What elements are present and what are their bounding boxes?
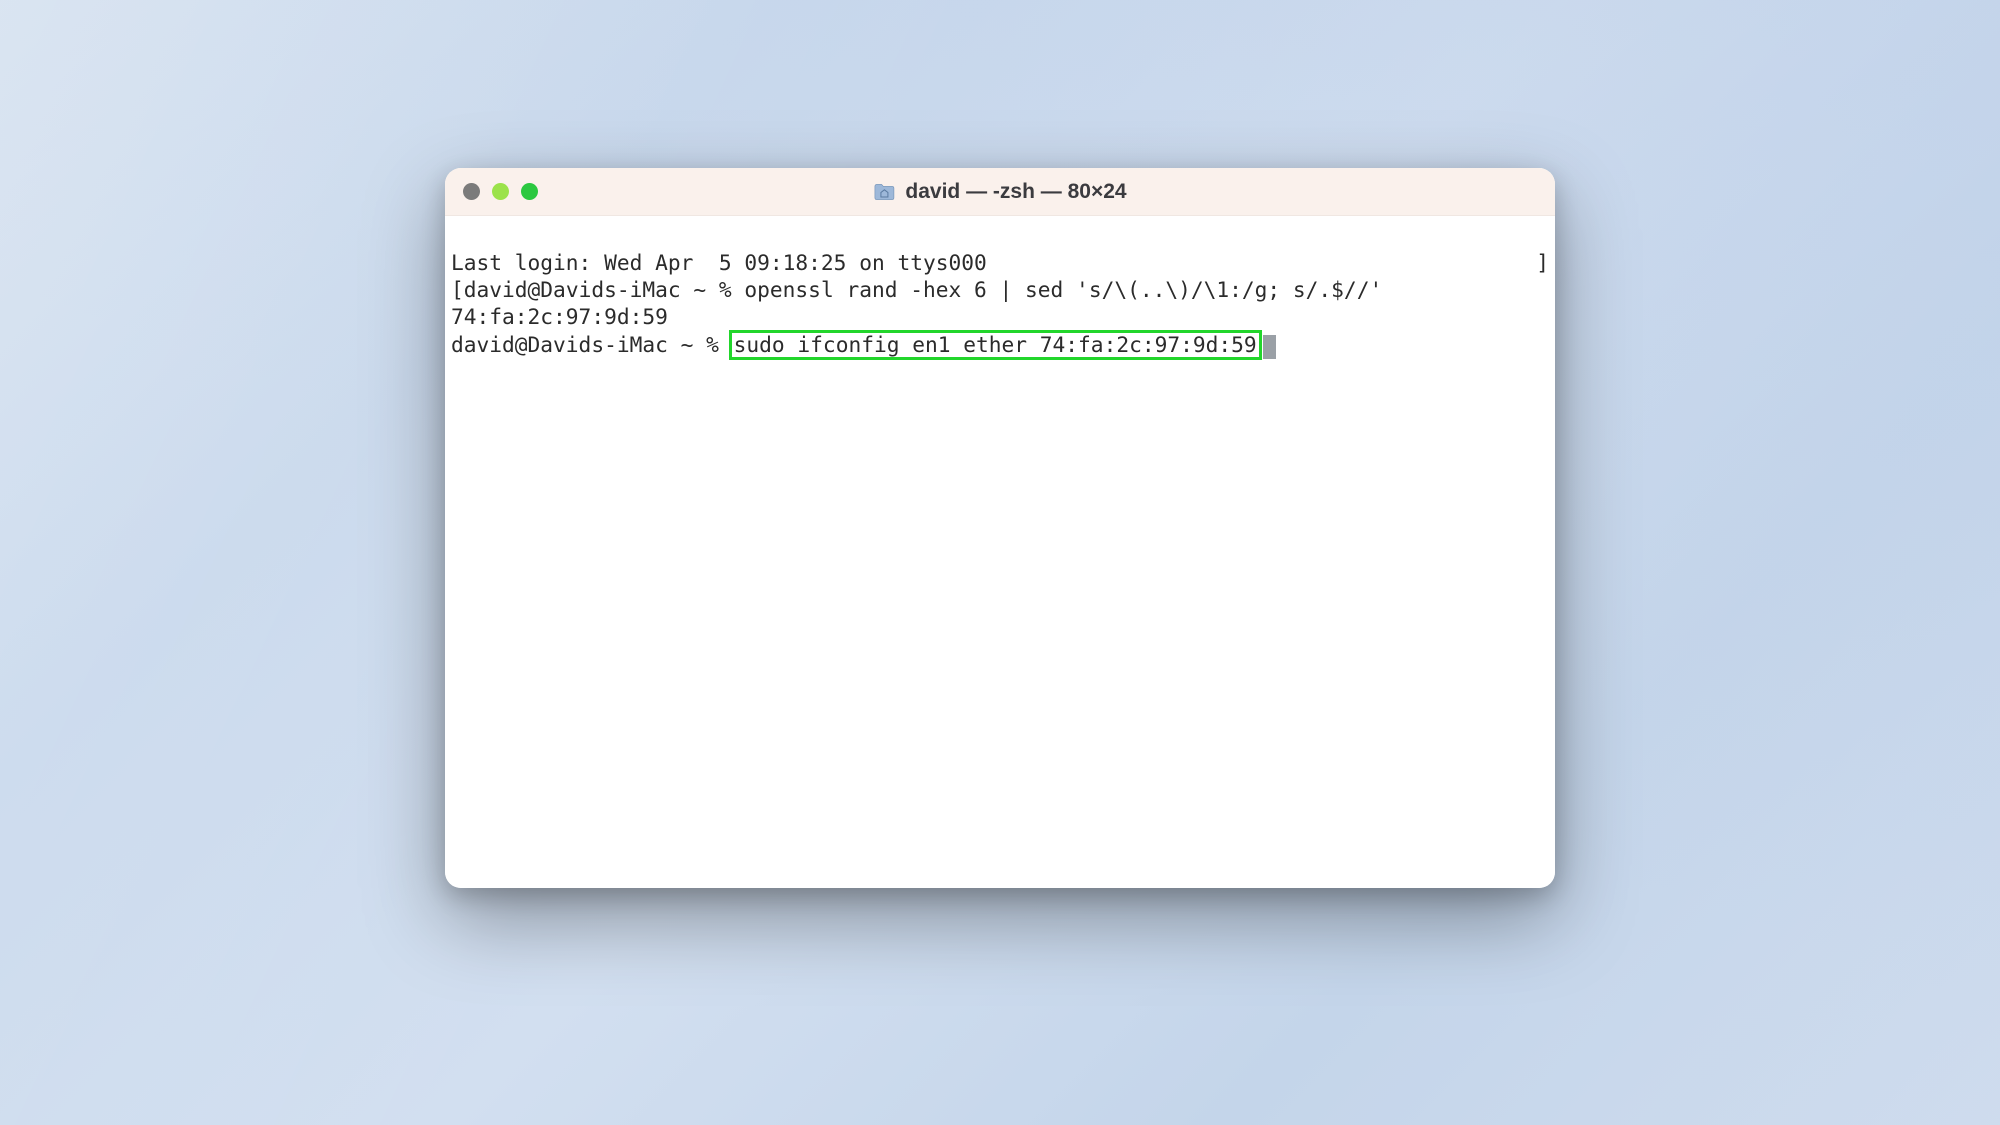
maximize-button[interactable] bbox=[521, 183, 538, 200]
highlighted-command: sudo ifconfig en1 ether 74:fa:2c:97:9d:5… bbox=[729, 330, 1262, 360]
terminal-content[interactable]: Last login: Wed Apr 5 09:18:25 on ttys00… bbox=[445, 216, 1555, 888]
command-line-2[interactable]: david@Davids-iMac ~ % sudo ifconfig en1 … bbox=[451, 330, 1549, 360]
shell-prompt: david@Davids-iMac ~ % bbox=[464, 277, 745, 302]
home-folder-icon bbox=[873, 183, 895, 201]
command-text: sudo ifconfig en1 ether 74:fa:2c:97:9d:5… bbox=[734, 332, 1257, 357]
window-title-group: david — -zsh — 80×24 bbox=[873, 180, 1126, 204]
command-line-1: [david@Davids-iMac ~ % openssl rand -hex… bbox=[451, 276, 1549, 303]
close-bracket: ] bbox=[1536, 249, 1549, 276]
open-bracket: [ bbox=[451, 277, 464, 302]
close-button[interactable] bbox=[463, 183, 480, 200]
command-text: openssl rand -hex 6 | sed 's/\(..\)/\1:/… bbox=[744, 277, 1382, 302]
terminal-window: david — -zsh — 80×24 Last login: Wed Apr… bbox=[445, 168, 1555, 888]
cursor bbox=[1263, 335, 1276, 359]
output-line-1: 74:fa:2c:97:9d:59 bbox=[451, 303, 1549, 330]
last-login-line: Last login: Wed Apr 5 09:18:25 on ttys00… bbox=[451, 249, 1549, 276]
shell-prompt: david@Davids-iMac ~ % bbox=[451, 332, 732, 357]
window-title: david — -zsh — 80×24 bbox=[905, 180, 1126, 204]
traffic-lights bbox=[463, 183, 538, 200]
minimize-button[interactable] bbox=[492, 183, 509, 200]
titlebar[interactable]: david — -zsh — 80×24 bbox=[445, 168, 1555, 216]
